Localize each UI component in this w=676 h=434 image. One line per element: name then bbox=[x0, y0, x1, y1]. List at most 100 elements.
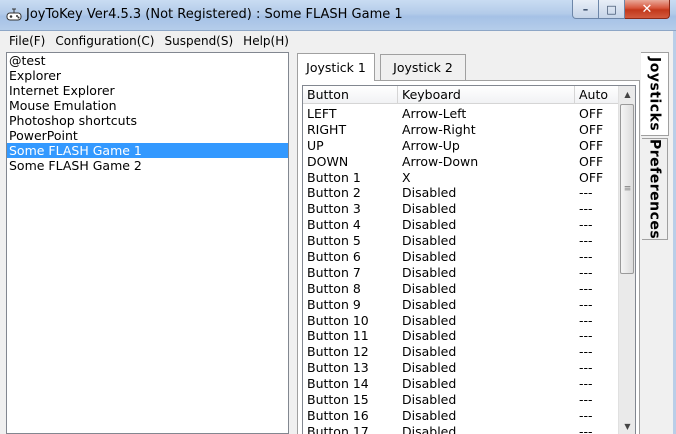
table-row[interactable]: Button 13 Disabled --- bbox=[303, 360, 619, 376]
table-row[interactable]: Button 12 Disabled --- bbox=[303, 344, 619, 360]
table-row[interactable]: Button 14 Disabled --- bbox=[303, 376, 619, 392]
scroll-up-arrow-icon[interactable]: ▲ bbox=[619, 86, 635, 103]
cell-button-name: Button 10 bbox=[307, 312, 369, 328]
cell-keyboard-mapping: Disabled bbox=[402, 423, 457, 434]
cell-button-name: LEFT bbox=[307, 106, 337, 121]
config-item-test[interactable]: @test bbox=[7, 53, 288, 68]
menu-file[interactable]: File(F) bbox=[4, 34, 50, 48]
table-row[interactable]: UP Arrow-Up OFF bbox=[303, 138, 619, 154]
cell-button-name: Button 17 bbox=[307, 423, 369, 434]
cell-auto-fire: OFF bbox=[579, 121, 604, 137]
tab-joysticks[interactable]: Joysticks bbox=[641, 52, 669, 136]
cell-button-name: Button 7 bbox=[307, 264, 361, 280]
cell-keyboard-mapping: Arrow-Right bbox=[402, 121, 476, 137]
table-row[interactable]: Button 1 X OFF bbox=[303, 170, 619, 186]
column-header-button[interactable]: Button bbox=[303, 86, 398, 104]
table-row[interactable]: Button 8 Disabled --- bbox=[303, 281, 619, 297]
config-item-internet-explorer[interactable]: Internet Explorer bbox=[7, 83, 288, 98]
table-row[interactable]: Button 10 Disabled --- bbox=[303, 313, 619, 329]
cell-button-name: Button 12 bbox=[307, 344, 369, 360]
table-row[interactable]: Button 6 Disabled --- bbox=[303, 249, 619, 265]
cell-auto-fire: OFF bbox=[579, 169, 604, 185]
cell-button-name: RIGHT bbox=[307, 121, 347, 137]
cell-keyboard-mapping: Disabled bbox=[402, 233, 457, 249]
table-row[interactable]: Button 11 Disabled --- bbox=[303, 328, 619, 344]
cell-keyboard-mapping: Disabled bbox=[402, 185, 457, 201]
cell-auto-fire: --- bbox=[579, 376, 593, 392]
cell-button-name: Button 14 bbox=[307, 376, 369, 392]
cell-auto-fire: --- bbox=[579, 201, 593, 217]
cell-auto-fire: --- bbox=[579, 217, 593, 233]
table-row[interactable]: RIGHT Arrow-Right OFF bbox=[303, 122, 619, 138]
menu-help[interactable]: Help(H) bbox=[238, 34, 294, 48]
tab-joystick-1[interactable]: Joystick 1 bbox=[297, 53, 375, 81]
cell-auto-fire: --- bbox=[579, 233, 593, 249]
table-row[interactable]: Button 16 Disabled --- bbox=[303, 408, 619, 424]
cell-button-name: UP bbox=[307, 137, 324, 153]
window-controls: – □ ✕ bbox=[572, 0, 670, 20]
config-item-mouse-emulation[interactable]: Mouse Emulation bbox=[7, 98, 288, 113]
table-row[interactable]: DOWN Arrow-Down OFF bbox=[303, 154, 619, 170]
cell-auto-fire: --- bbox=[579, 407, 593, 423]
maximize-button[interactable]: □ bbox=[599, 0, 625, 19]
cell-button-name: Button 11 bbox=[307, 328, 369, 344]
table-row[interactable]: Button 9 Disabled --- bbox=[303, 297, 619, 313]
grid-body: LEFT Arrow-Left OFF RIGHT Arrow-Right OFF UP Ar… bbox=[303, 106, 619, 434]
cell-button-name: Button 8 bbox=[307, 280, 361, 296]
cell-button-name: Button 15 bbox=[307, 392, 369, 408]
cell-auto-fire: --- bbox=[579, 423, 593, 434]
config-item-some-flash-game-1[interactable]: Some FLASH Game 1 bbox=[7, 143, 288, 158]
cell-auto-fire: --- bbox=[579, 280, 593, 296]
menu-configuration[interactable]: Configuration(C) bbox=[50, 34, 159, 48]
menu-bar: File(F) Configuration(C) Suspend(S) Help… bbox=[0, 31, 676, 50]
table-row[interactable]: Button 17 Disabled --- bbox=[303, 424, 619, 434]
table-row[interactable]: LEFT Arrow-Left OFF bbox=[303, 106, 619, 122]
tab-preferences[interactable]: Preferences bbox=[642, 138, 668, 240]
table-row[interactable]: Button 5 Disabled --- bbox=[303, 233, 619, 249]
cell-keyboard-mapping: Disabled bbox=[402, 217, 457, 233]
cell-button-name: Button 3 bbox=[307, 201, 361, 217]
cell-button-name: Button 16 bbox=[307, 407, 369, 423]
column-header-auto[interactable]: Auto bbox=[575, 86, 619, 104]
table-row[interactable]: Button 4 Disabled --- bbox=[303, 217, 619, 233]
menu-suspend[interactable]: Suspend(S) bbox=[159, 34, 238, 48]
cell-keyboard-mapping: Arrow-Left bbox=[402, 106, 467, 121]
cell-keyboard-mapping: Disabled bbox=[402, 376, 457, 392]
cell-auto-fire: OFF bbox=[579, 153, 604, 169]
table-row[interactable]: Button 2 Disabled --- bbox=[303, 185, 619, 201]
column-header-keyboard[interactable]: Keyboard bbox=[398, 86, 575, 104]
close-button[interactable]: ✕ bbox=[625, 0, 670, 19]
cell-keyboard-mapping: Disabled bbox=[402, 264, 457, 280]
cell-auto-fire: OFF bbox=[579, 106, 604, 121]
table-row[interactable]: Button 15 Disabled --- bbox=[303, 392, 619, 408]
vertical-scrollbar[interactable]: ▲ ≡ ▼ bbox=[618, 86, 635, 434]
button-mapping-grid[interactable]: Button Keyboard Auto LEFT Arrow-Left OFF RI… bbox=[302, 85, 636, 434]
joytokey-app-icon[interactable] bbox=[6, 7, 22, 23]
config-item-some-flash-game-2[interactable]: Some FLASH Game 2 bbox=[7, 158, 288, 173]
window-title: JoyToKey Ver4.5.3 (Not Registered) : Som… bbox=[26, 7, 403, 22]
cell-auto-fire: --- bbox=[579, 344, 593, 360]
config-item-powerpoint[interactable]: PowerPoint bbox=[7, 128, 288, 143]
cell-button-name: Button 4 bbox=[307, 217, 361, 233]
cell-auto-fire: --- bbox=[579, 296, 593, 312]
config-item-explorer[interactable]: Explorer bbox=[7, 68, 288, 83]
cell-keyboard-mapping: Disabled bbox=[402, 296, 457, 312]
cell-auto-fire: --- bbox=[579, 360, 593, 376]
cell-keyboard-mapping: X bbox=[402, 169, 411, 185]
scrollbar-thumb[interactable]: ≡ bbox=[620, 104, 634, 274]
cell-button-name: DOWN bbox=[307, 153, 349, 169]
table-row[interactable]: Button 7 Disabled --- bbox=[303, 265, 619, 281]
title-bar[interactable]: JoyToKey Ver4.5.3 (Not Registered) : Som… bbox=[0, 0, 676, 31]
cell-auto-fire: --- bbox=[579, 312, 593, 328]
table-row[interactable]: Button 3 Disabled --- bbox=[303, 201, 619, 217]
config-item-photoshop-shortcuts[interactable]: Photoshop shortcuts bbox=[7, 113, 288, 128]
tab-joysticks-label: Joysticks bbox=[646, 56, 663, 132]
cell-keyboard-mapping: Disabled bbox=[402, 360, 457, 376]
cell-keyboard-mapping: Arrow-Down bbox=[402, 153, 479, 169]
configuration-list[interactable]: @test Explorer Internet Explorer Mouse E… bbox=[6, 52, 289, 434]
scroll-down-arrow-icon[interactable]: ▼ bbox=[619, 418, 635, 434]
minimize-button[interactable]: – bbox=[572, 0, 599, 19]
cell-button-name: Button 1 bbox=[307, 169, 361, 185]
tab-joystick-2[interactable]: Joystick 2 bbox=[380, 54, 466, 80]
cell-keyboard-mapping: Disabled bbox=[402, 312, 457, 328]
